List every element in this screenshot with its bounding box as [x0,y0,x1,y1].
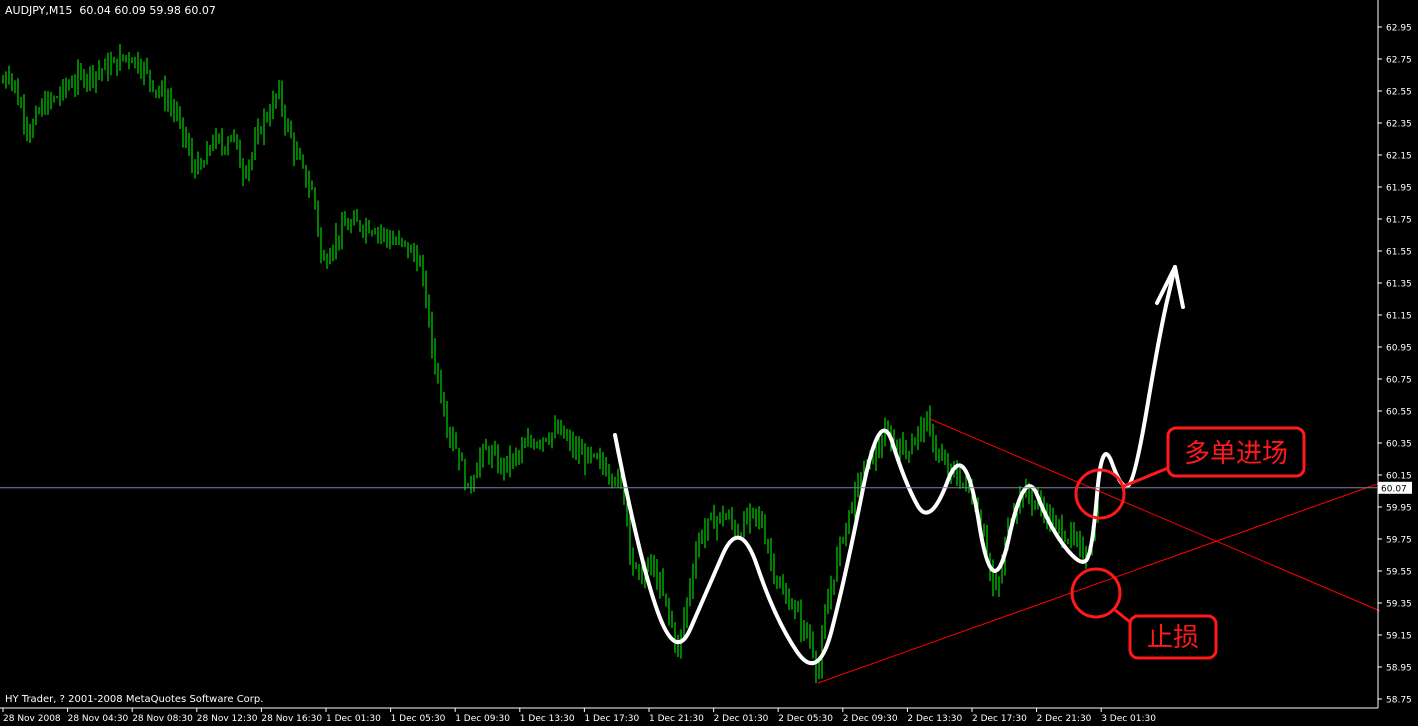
x-tick-label: 2 Dec 01:30 [714,714,769,724]
y-tick-label: 62.55 [1386,88,1412,98]
x-tick-label: 28 Nov 08:30 [132,714,193,724]
x-tick-label: 1 Dec 09:30 [455,714,510,724]
y-tick-label: 60.55 [1386,408,1412,418]
y-tick-label: 59.35 [1386,600,1412,610]
x-tick-label: 2 Dec 05:30 [778,714,833,724]
y-tick-label: 60.75 [1386,376,1412,386]
y-tick-label: 61.95 [1386,184,1412,194]
x-tick-label: 1 Dec 17:30 [584,714,639,724]
y-tick-label: 59.75 [1386,536,1412,546]
x-tick-label: 2 Dec 17:30 [972,714,1027,724]
x-tick-label: 1 Dec 01:30 [326,714,381,724]
chart-header: AUDJPY,M15 60.04 60.09 59.98 60.07 [5,4,216,17]
y-tick-label: 61.55 [1386,248,1412,258]
y-tick-label: 61.35 [1386,280,1412,290]
x-tick-label: 2 Dec 13:30 [907,714,962,724]
y-tick-label: 62.95 [1386,24,1412,34]
x-tick-label: 28 Nov 12:30 [197,714,258,724]
chart-canvas: 62.95 62.75 62.55 62.35 62.15 61.95 61.75 61.55… [0,0,1418,726]
y-tick-label: 60.35 [1386,440,1412,450]
y-tick-label: 59.15 [1386,632,1412,642]
x-tick-label: 28 Nov 16:30 [261,714,322,724]
entry-label: 多单进场 [1184,439,1288,469]
y-tick-label: 60.15 [1386,472,1412,482]
x-tick-label: 3 Dec 01:30 [1101,714,1156,724]
x-tick-label: 2 Dec 21:30 [1037,714,1092,724]
x-tick-label: 1 Dec 05:30 [391,714,446,724]
y-tick-label: 58.75 [1386,696,1412,706]
y-tick-label: 61.15 [1386,312,1412,322]
y-tick-label: 61.75 [1386,216,1412,226]
ohlc-values: 60.04 60.09 59.98 60.07 [79,4,216,17]
y-tick-label: 59.95 [1386,504,1412,514]
current-price-label: 60.07 [1381,484,1407,494]
x-tick-label: 28 Nov 2008 [3,714,61,724]
copyright-text: HY Trader, ? 2001-2008 MetaQuotes Softwa… [5,694,264,705]
y-tick-label: 62.35 [1386,120,1412,130]
y-tick-label: 62.75 [1386,56,1412,66]
y-tick-label: 59.55 [1386,568,1412,578]
x-tick-label: 28 Nov 04:30 [68,714,129,724]
symbol-label: AUDJPY,M15 [5,4,73,17]
x-tick-label: 2 Dec 09:30 [843,714,898,724]
y-tick-label: 60.95 [1386,344,1412,354]
stop-label: 止损 [1147,623,1199,653]
x-tick-label: 1 Dec 13:30 [520,714,575,724]
y-tick-label: 58.95 [1386,664,1412,674]
y-tick-label: 62.15 [1386,152,1412,162]
x-tick-label: 1 Dec 21:30 [649,714,704,724]
